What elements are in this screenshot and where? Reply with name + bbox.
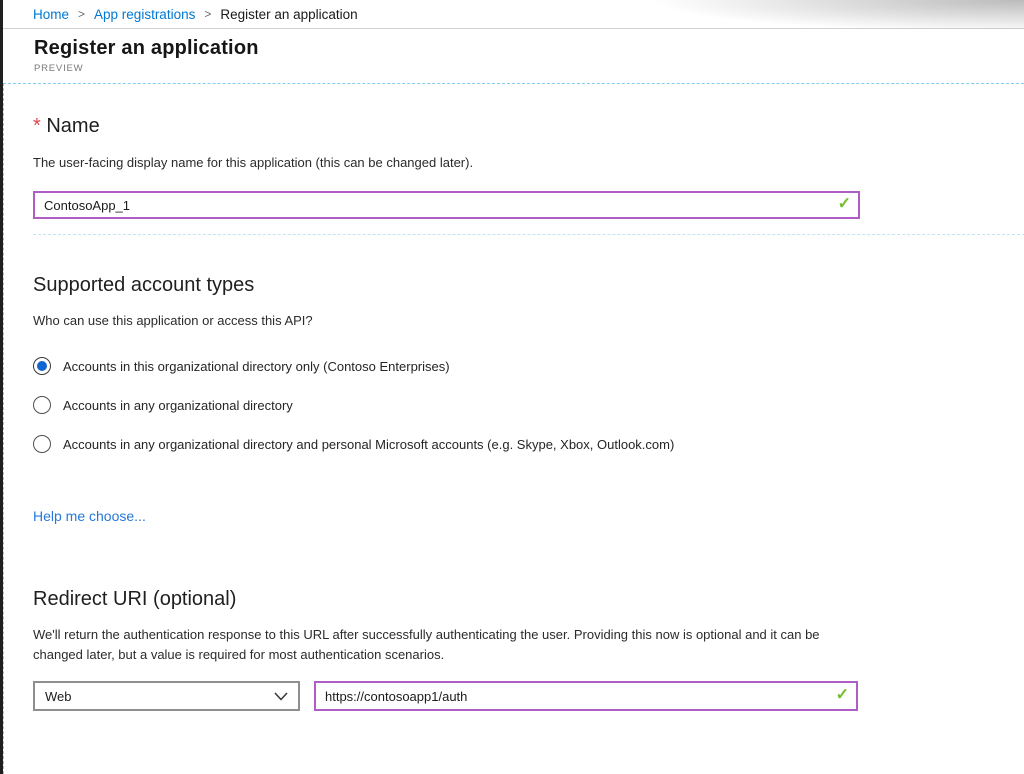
name-heading-label: Name	[46, 115, 99, 137]
preview-badge: PREVIEW	[34, 63, 1024, 74]
platform-selected-value: Web	[45, 689, 72, 704]
help-me-choose-link[interactable]: Help me choose...	[33, 508, 146, 524]
breadcrumb-home-link[interactable]: Home	[33, 7, 69, 22]
name-description: The user-facing display name for this ap…	[33, 155, 1024, 171]
account-types-question: Who can use this application or access t…	[33, 313, 1024, 329]
blade-shadow	[404, 0, 1024, 29]
breadcrumb: Home > App registrations > Register an a…	[3, 0, 1024, 29]
valid-check-icon: ✓	[838, 196, 851, 212]
radio-option-multi-tenant[interactable]: Accounts in any organizational directory	[33, 396, 1024, 414]
account-types-radio-group: Accounts in this organizational director…	[33, 357, 1024, 453]
radio-option-label: Accounts in this organizational director…	[63, 359, 450, 374]
redirect-uri-description: We'll return the authentication response…	[33, 625, 835, 665]
breadcrumb-separator: >	[69, 7, 94, 21]
radio-dot	[37, 361, 47, 371]
radio-button[interactable]	[33, 396, 51, 414]
redirect-uri-row: Web ✓	[33, 681, 1024, 711]
redirect-uri-heading: Redirect URI (optional)	[33, 587, 1024, 611]
name-input[interactable]	[33, 191, 860, 219]
radio-button-selected[interactable]	[33, 357, 51, 375]
redirect-uri-input[interactable]	[314, 681, 858, 711]
name-section-heading: * Name	[33, 114, 1024, 138]
radio-option-single-tenant[interactable]: Accounts in this organizational director…	[33, 357, 1024, 375]
radio-option-multi-tenant-personal[interactable]: Accounts in any organizational directory…	[33, 435, 1024, 453]
page-title: Register an application	[34, 37, 1024, 60]
section-divider	[33, 234, 1024, 235]
name-input-container: ✓	[33, 191, 860, 219]
redirect-uri-input-container: ✓	[314, 681, 858, 711]
breadcrumb-current: Register an application	[220, 7, 357, 22]
required-asterisk: *	[33, 115, 41, 137]
chevron-down-icon	[274, 692, 288, 701]
radio-option-label: Accounts in any organizational directory	[63, 398, 293, 413]
radio-option-label: Accounts in any organizational directory…	[63, 437, 674, 452]
blade-content: * Name The user-facing display name for …	[3, 83, 1024, 774]
radio-button[interactable]	[33, 435, 51, 453]
breadcrumb-app-registrations-link[interactable]: App registrations	[94, 7, 195, 22]
valid-check-icon: ✓	[836, 687, 849, 703]
register-application-blade: Home > App registrations > Register an a…	[0, 0, 1024, 774]
platform-select-dropdown[interactable]: Web	[33, 681, 300, 711]
breadcrumb-separator: >	[195, 7, 220, 21]
account-types-heading: Supported account types	[33, 273, 1024, 297]
blade-header: Register an application PREVIEW	[3, 29, 1024, 83]
